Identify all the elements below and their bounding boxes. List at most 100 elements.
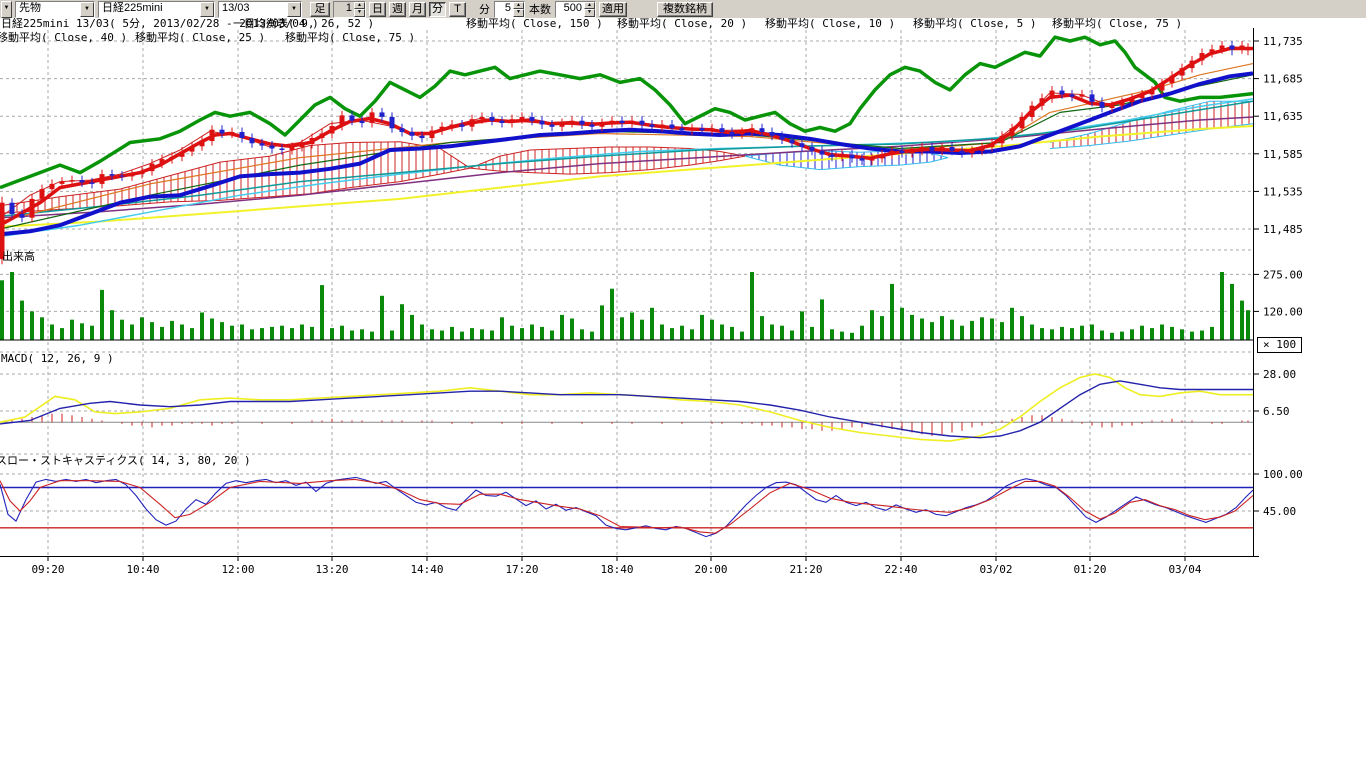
candle-body	[580, 121, 585, 125]
volume-bar	[590, 332, 594, 340]
volume-bar	[0, 280, 4, 340]
volume-bar	[1150, 328, 1154, 340]
candle-body	[340, 115, 345, 126]
legend-item: 移動平均( Close, 25 )	[135, 29, 265, 45]
volume-bar	[1090, 325, 1094, 341]
candle-body	[240, 132, 245, 138]
volume-bar	[770, 325, 774, 341]
candle-body	[1090, 94, 1095, 102]
candle-body	[320, 134, 325, 139]
instrument-combobox[interactable]: 日経225mini ▼	[98, 1, 215, 18]
candle-body	[620, 121, 625, 123]
candle-body	[890, 151, 895, 155]
volume-bar	[1040, 328, 1044, 340]
spinner-arrows[interactable]: ▲▼	[513, 2, 524, 17]
candle-body	[590, 125, 595, 127]
legend-item: 移動平均( Close, 40 )	[0, 29, 127, 45]
x-axis-label: 13:20	[315, 563, 348, 576]
period-tick-button[interactable]: T	[449, 2, 466, 17]
volume-bar	[1030, 325, 1034, 341]
candle-body	[940, 147, 945, 151]
volume-bar	[990, 319, 994, 341]
candle-body	[1140, 94, 1145, 98]
candle-body	[410, 132, 415, 136]
x-axis-label: 22:40	[884, 563, 917, 576]
period-month-button[interactable]: 月	[409, 2, 426, 17]
candle-body	[170, 157, 175, 159]
contract-month-value: 13/03	[219, 2, 287, 17]
spin-up-icon[interactable]: ▲	[354, 2, 365, 10]
toolbar: ▼ 先物 ▼ 日経225mini ▼ 13/03 ▼ 足 1 ▲▼ 日 週 月 …	[0, 0, 1366, 18]
instrument-value: 日経225mini	[99, 2, 200, 17]
candle-body	[200, 141, 205, 146]
candle-body	[910, 151, 915, 153]
volume-bar	[920, 319, 924, 341]
period-week-button[interactable]: 週	[389, 2, 406, 17]
volume-bar	[10, 272, 14, 340]
volume-bar	[40, 317, 44, 340]
candle-body	[540, 121, 545, 125]
volume-bar	[940, 316, 944, 340]
spinner-arrows[interactable]: ▲▼	[354, 2, 365, 17]
volume-bar	[670, 328, 674, 340]
volume-bar	[1246, 310, 1250, 340]
spin-down-icon[interactable]: ▼	[354, 9, 365, 17]
volume-bar	[450, 327, 454, 340]
candle-body	[820, 151, 825, 155]
spinner-arrows[interactable]: ▲▼	[584, 2, 595, 17]
bars-spinner[interactable]: 500 ▲▼	[555, 1, 596, 18]
volume-bar	[550, 331, 554, 341]
candle-body	[730, 132, 735, 134]
candle-body	[1200, 53, 1205, 61]
chevron-down-icon[interactable]: ▼	[80, 2, 94, 17]
volume-bar	[420, 325, 424, 341]
chevron-down-icon[interactable]: ▼	[200, 2, 214, 17]
bar-interval-spinner[interactable]: 1 ▲▼	[333, 1, 366, 18]
candle-body	[500, 121, 505, 123]
volume-bar	[1210, 327, 1214, 340]
period-minute-button[interactable]: 分	[429, 2, 446, 17]
volume-bar	[1140, 326, 1144, 340]
price-panel	[0, 37, 1253, 264]
volume-bar	[260, 328, 264, 340]
spin-down-icon[interactable]: ▼	[513, 9, 524, 17]
candle-body	[440, 127, 445, 131]
multi-symbol-button[interactable]: 複数銘柄	[657, 2, 713, 17]
clipped-combo-arrow[interactable]: ▼	[1, 1, 12, 18]
category-value: 先物	[16, 2, 80, 17]
volume-bar	[80, 323, 84, 340]
candle-body	[870, 158, 875, 160]
candle-body	[720, 128, 725, 132]
period-day-button[interactable]: 日	[369, 2, 386, 17]
volume-bar	[580, 329, 584, 340]
volume-bar	[250, 329, 254, 340]
chart-canvas[interactable]: 11,73511,68511,63511,58511,53511,485275.…	[0, 0, 1366, 600]
candle-body	[880, 155, 885, 159]
macd-panel-title: MACD( 12, 26, 9 )	[1, 352, 114, 365]
bar-type-button[interactable]: 足	[310, 2, 330, 17]
volume-bar	[100, 290, 104, 340]
candle-body	[110, 174, 115, 176]
volume-bar	[1230, 284, 1234, 340]
stoch-panel	[0, 477, 1253, 536]
spin-up-icon[interactable]: ▲	[584, 2, 595, 10]
volume-bar	[1130, 329, 1134, 340]
volume-bar	[860, 326, 864, 340]
spin-up-icon[interactable]: ▲	[513, 2, 524, 10]
volume-bar	[300, 325, 304, 341]
candle-body	[530, 117, 535, 121]
apply-button[interactable]: 適用	[599, 2, 627, 17]
chevron-down-icon[interactable]: ▼	[287, 2, 301, 17]
contract-month-combobox[interactable]: 13/03 ▼	[218, 1, 302, 18]
category-combobox[interactable]: 先物 ▼	[15, 1, 95, 18]
candle-body	[1190, 61, 1195, 69]
volume-bar	[850, 333, 854, 340]
candle-body	[50, 184, 55, 189]
minute-spinner[interactable]: 5 ▲▼	[494, 1, 525, 18]
volume-bar	[780, 326, 784, 340]
spin-down-icon[interactable]: ▼	[584, 9, 595, 17]
volume-bar	[380, 296, 384, 340]
volume-panel-title: 出来高	[2, 248, 35, 264]
candle-body	[490, 117, 495, 121]
volume-bar	[30, 311, 34, 340]
